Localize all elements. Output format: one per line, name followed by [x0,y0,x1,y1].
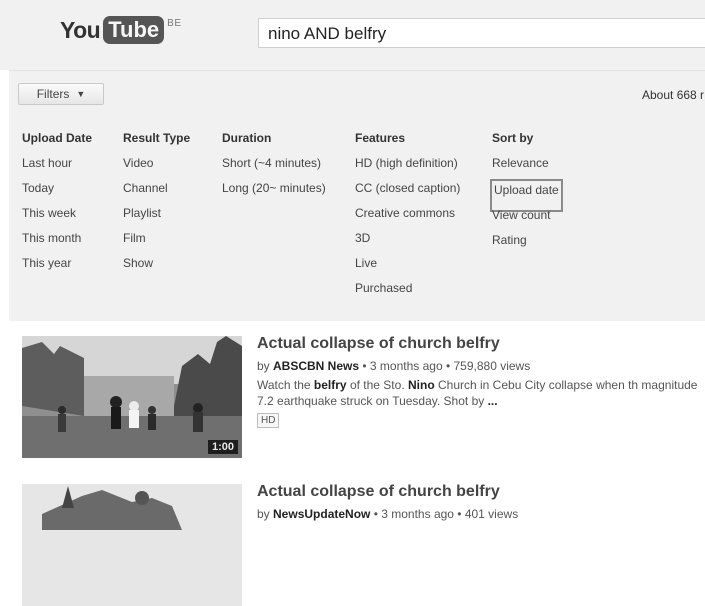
channel-link[interactable]: ABSCBN News [273,359,359,373]
filter-option[interactable]: This year [22,256,92,281]
video-meta: by NewsUpdateNow • 3 months ago • 401 vi… [257,507,705,521]
video-thumbnail[interactable]: 1:00 [22,336,242,458]
sort-option[interactable]: Relevance [492,156,559,181]
desc-text: Watch the [257,378,314,392]
filter-option[interactable]: Playlist [123,206,190,231]
filters-button[interactable]: Filters ▼ [18,83,104,105]
hd-badge: HD [257,413,280,428]
filter-option[interactable]: This week [22,206,92,231]
filter-column-upload-date: Upload Date Last hour Today This week Th… [22,131,92,281]
filter-option[interactable]: Show [123,256,190,281]
filter-option[interactable]: Long (20~ minutes) [222,181,326,206]
video-info: Actual collapse of church belfry by News… [257,483,705,521]
filter-option[interactable]: Purchased [355,281,460,306]
filter-option[interactable]: Channel [123,181,190,206]
by-prefix: by [257,507,274,521]
filter-heading: Features [355,131,406,145]
filter-option[interactable]: Live [355,256,460,281]
sort-option-selected[interactable]: Upload date [490,179,563,212]
channel-link[interactable]: NewsUpdateNow [273,507,370,521]
filter-option[interactable]: Creative commons [355,206,460,231]
desc-keyword: belfry [313,378,347,392]
filter-option[interactable]: 3D [355,231,460,256]
results-count: About 668 r [642,88,705,102]
desc-text: of the Sto. [346,378,408,392]
logo-you-text: You [60,17,101,43]
filter-option[interactable]: Today [22,181,92,206]
filters-button-label: Filters [36,87,70,101]
sort-option[interactable]: View count [492,208,559,233]
filter-heading: Result Type [123,131,191,145]
filter-option[interactable]: HD (high definition) [355,156,460,181]
filter-column-sort-by: Sort by Relevance Upload date View count… [490,131,563,258]
filter-option[interactable]: Film [123,231,190,256]
video-info: Actual collapse of church belfry by ABSC… [257,335,705,428]
logo-region-code: BE [167,18,182,29]
video-thumbnail-image [22,484,242,606]
video-stats: • 3 months ago • 759,880 views [359,359,531,373]
logo-tube-text: Tube [103,16,165,44]
filter-column-duration: Duration Short (~4 minutes) Long (20~ mi… [222,131,326,206]
video-thumbnail[interactable] [22,484,242,606]
video-title[interactable]: Actual collapse of church belfry [257,483,705,501]
filter-heading: Upload Date [22,131,93,145]
filter-option[interactable]: CC (closed caption) [355,181,460,206]
filter-heading: Duration [222,131,272,145]
video-description: Watch the belfry of the Sto. Nino Church… [257,377,705,409]
desc-keyword: Nino [407,378,435,392]
search-input[interactable]: nino AND belfry [258,18,705,48]
filter-option[interactable]: Last hour [22,156,92,181]
caret-down-icon: ▼ [76,89,86,99]
filter-option[interactable]: Short (~4 minutes) [222,156,326,181]
filter-option[interactable]: Video [123,156,190,181]
filter-column-features: Features HD (high definition) CC (closed… [355,131,460,306]
filter-option[interactable]: This month [22,231,92,256]
video-duration: 1:00 [207,440,238,454]
filter-heading: Sort by [492,131,534,145]
by-prefix: by [257,359,274,373]
sort-option[interactable]: Rating [492,233,559,258]
video-title[interactable]: Actual collapse of church belfry [257,335,705,353]
video-stats: • 3 months ago • 401 views [370,507,519,521]
video-meta: by ABSCBN News • 3 months ago • 759,880 … [257,359,705,373]
desc-keyword: ... [487,394,498,408]
filter-column-result-type: Result Type Video Channel Playlist Film … [123,131,190,281]
youtube-logo[interactable]: You Tube BE [60,16,182,44]
